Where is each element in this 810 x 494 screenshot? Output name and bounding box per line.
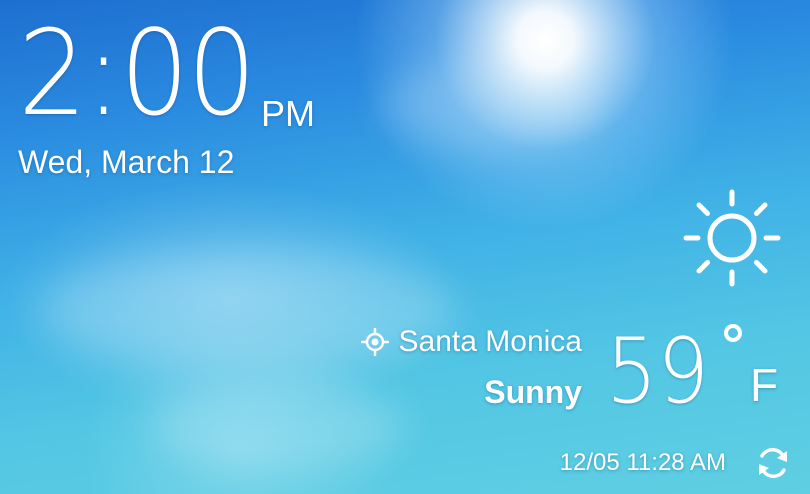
degree-symbol [724,324,742,342]
location-name: Santa Monica [398,325,582,358]
clock-date[interactable]: Wed, March 12 [18,143,234,181]
temperature-unit: F [750,359,779,411]
cloud-decoration [150,380,410,470]
last-updated-time: 12/05 11:28 AM [559,449,726,476]
clock-ampm: PM [260,93,315,134]
weather-condition: Sunny [484,374,582,410]
sun-icon[interactable] [680,186,784,290]
temperature-value: 59 [606,319,710,424]
weather-clock-widget[interactable]: 2:00 PM Wed, March 12 Santa Monica Sunny… [0,0,810,494]
weather-location[interactable]: Santa Monica [360,324,582,360]
clock-time[interactable]: 2:00 PM [18,8,315,138]
refresh-icon[interactable] [753,443,793,483]
location-target-icon [360,328,389,356]
clock-time-value: 2:00 [18,4,256,142]
cloud-decoration [380,60,600,150]
